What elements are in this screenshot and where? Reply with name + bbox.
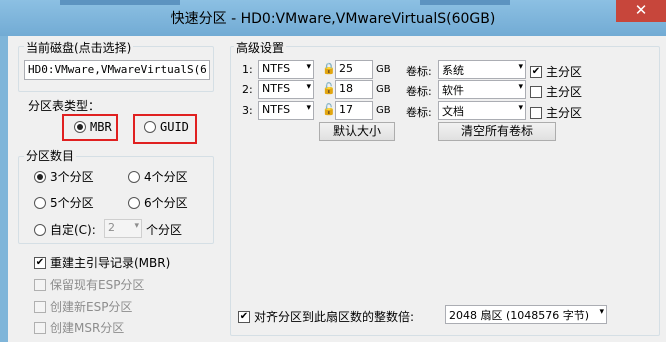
- dialog-client: 当前磁盘(点击选择) HD0:VMware,VMwareVirtualS(6 分…: [8, 36, 666, 342]
- rebuild-mbr-label: 重建主引导记录(MBR): [50, 256, 171, 270]
- lock-icon[interactable]: 🔒: [322, 62, 336, 75]
- default-size-button[interactable]: 默认大小: [319, 122, 395, 141]
- chevron-down-icon: ▾: [599, 307, 604, 317]
- title-strip: [420, 0, 510, 5]
- close-button[interactable]: ✕: [616, 0, 666, 22]
- radio-dot-icon: [34, 196, 46, 209]
- lock-icon[interactable]: 🔓: [322, 82, 336, 95]
- create-msr-checkbox[interactable]: 创建MSR分区: [34, 319, 124, 336]
- primary-checkbox[interactable]: 主分区: [530, 83, 582, 100]
- chevron-down-icon: ▾: [518, 62, 523, 72]
- size-input[interactable]: 18: [335, 80, 373, 99]
- check-icon: [530, 106, 542, 119]
- primary-label: 主分区: [546, 85, 583, 99]
- create-esp-label: 创建新ESP分区: [50, 300, 133, 314]
- count-6-radio[interactable]: 6个分区: [128, 194, 188, 211]
- primary-checkbox[interactable]: 主分区: [530, 104, 582, 121]
- title-bar: 快速分区 - HD0:VMware,VMwareVirtualS(60GB) ✕: [0, 0, 666, 36]
- custom-count-select[interactable]: 2 ▾: [104, 219, 142, 238]
- count-custom-label: 自定(C):: [50, 223, 96, 237]
- fs-select[interactable]: NTFS ▾: [258, 80, 314, 99]
- advanced-label: 高级设置: [234, 39, 287, 56]
- volume-label-caption: 卷标:: [406, 65, 432, 78]
- volume-value: 软件: [442, 84, 464, 97]
- count-custom-suffix: 个分区: [146, 223, 183, 237]
- size-input[interactable]: 17: [335, 101, 373, 120]
- count-5-radio[interactable]: 5个分区: [34, 194, 94, 211]
- checkbox-box: [34, 278, 46, 291]
- chevron-down-icon: ▾: [134, 221, 139, 231]
- radio-dot-icon: [34, 170, 46, 183]
- count-custom-radio[interactable]: 自定(C):: [34, 221, 96, 238]
- primary-checkbox[interactable]: ✔ 主分区: [530, 63, 582, 80]
- primary-label: 主分区: [546, 106, 583, 120]
- fs-value: NTFS: [262, 103, 291, 116]
- lock-icon[interactable]: 🔓: [322, 103, 336, 116]
- row-index: 3:: [242, 104, 253, 117]
- custom-count-value: 2: [108, 221, 115, 234]
- window-title: 快速分区 - HD0:VMware,VMwareVirtualS(60GB): [170, 11, 496, 27]
- radio-dot-icon: [34, 223, 46, 236]
- volume-value: 系统: [442, 64, 464, 77]
- count-4-radio[interactable]: 4个分区: [128, 168, 188, 185]
- count-4-label: 4个分区: [144, 170, 188, 184]
- check-icon: ✔: [34, 256, 46, 269]
- radio-dot-icon: [128, 170, 140, 183]
- align-checkbox[interactable]: ✔ 对齐分区到此扇区数的整数倍:: [238, 308, 414, 325]
- partition-count-label: 分区数目: [24, 147, 77, 164]
- align-label: 对齐分区到此扇区数的整数倍:: [254, 310, 415, 324]
- keep-esp-label: 保留现有ESP分区: [50, 278, 145, 292]
- fs-select[interactable]: NTFS ▾: [258, 60, 314, 79]
- row-index: 1:: [242, 63, 253, 76]
- count-custom-suffix-wrap: 个分区: [146, 221, 182, 238]
- count-3-radio[interactable]: 3个分区: [34, 168, 94, 185]
- rebuild-mbr-checkbox[interactable]: ✔ 重建主引导记录(MBR): [34, 254, 170, 271]
- checkbox-box: [34, 300, 46, 313]
- mbr-highlight: [62, 114, 118, 141]
- align-select[interactable]: 2048 扇区 (1048576 字节) ▾: [445, 305, 607, 324]
- check-icon: [530, 85, 542, 98]
- create-esp-checkbox[interactable]: 创建新ESP分区: [34, 298, 132, 315]
- fs-value: NTFS: [262, 82, 291, 95]
- volume-select[interactable]: 文档 ▾: [438, 101, 526, 120]
- size-unit: GB: [376, 105, 391, 116]
- create-msr-label: 创建MSR分区: [50, 321, 125, 335]
- chevron-down-icon: ▾: [306, 62, 311, 72]
- current-disk-field[interactable]: HD0:VMware,VMwareVirtualS(6: [24, 60, 210, 80]
- volume-value: 文档: [442, 105, 464, 118]
- chevron-down-icon: ▾: [306, 82, 311, 92]
- fs-select[interactable]: NTFS ▾: [258, 101, 314, 120]
- fs-value: NTFS: [262, 62, 291, 75]
- primary-label: 主分区: [546, 65, 583, 79]
- checkbox-box: [34, 321, 46, 334]
- count-5-label: 5个分区: [50, 196, 94, 210]
- align-value: 2048 扇区 (1048576 字节): [449, 309, 590, 322]
- count-3-label: 3个分区: [50, 170, 94, 184]
- row-index: 2:: [242, 83, 253, 96]
- radio-dot-icon: [128, 196, 140, 209]
- size-input[interactable]: 25: [335, 60, 373, 79]
- volume-select[interactable]: 系统 ▾: [438, 60, 526, 79]
- check-icon: ✔: [530, 65, 542, 78]
- volume-label-caption: 卷标:: [406, 85, 432, 98]
- chevron-down-icon: ▾: [306, 103, 311, 113]
- count-6-label: 6个分区: [144, 196, 188, 210]
- volume-select[interactable]: 软件 ▾: [438, 80, 526, 99]
- current-disk-label: 当前磁盘(点击选择): [24, 39, 134, 56]
- chevron-down-icon: ▾: [518, 82, 523, 92]
- guid-highlight: [133, 114, 197, 144]
- partition-type-label: 分区表类型：: [26, 97, 103, 114]
- chevron-down-icon: ▾: [518, 103, 523, 113]
- volume-label-caption: 卷标:: [406, 106, 432, 119]
- clear-labels-button[interactable]: 清空所有卷标: [438, 122, 556, 141]
- title-strip: [60, 0, 180, 5]
- size-unit: GB: [376, 84, 391, 95]
- check-icon: ✔: [238, 310, 250, 323]
- size-unit: GB: [376, 64, 391, 75]
- dialog-window: 快速分区 - HD0:VMware,VMwareVirtualS(60GB) ✕…: [0, 0, 666, 342]
- keep-esp-checkbox[interactable]: 保留现有ESP分区: [34, 276, 144, 293]
